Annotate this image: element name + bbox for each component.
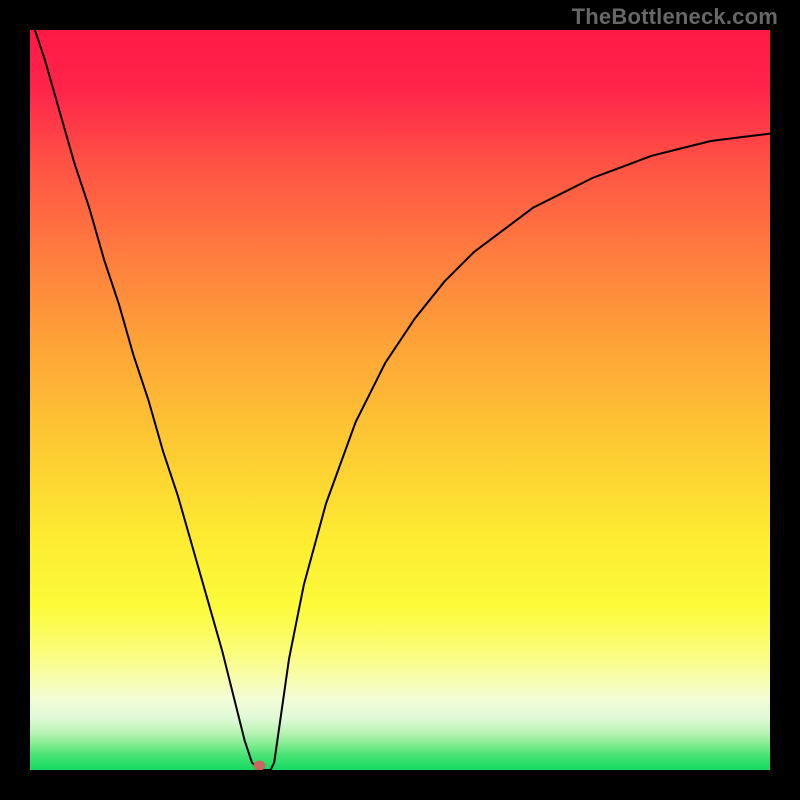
plot-area (30, 30, 770, 770)
gradient-background (30, 30, 770, 770)
watermark-text: TheBottleneck.com (572, 4, 778, 30)
chart-frame: TheBottleneck.com (0, 0, 800, 800)
chart-svg (30, 30, 770, 770)
